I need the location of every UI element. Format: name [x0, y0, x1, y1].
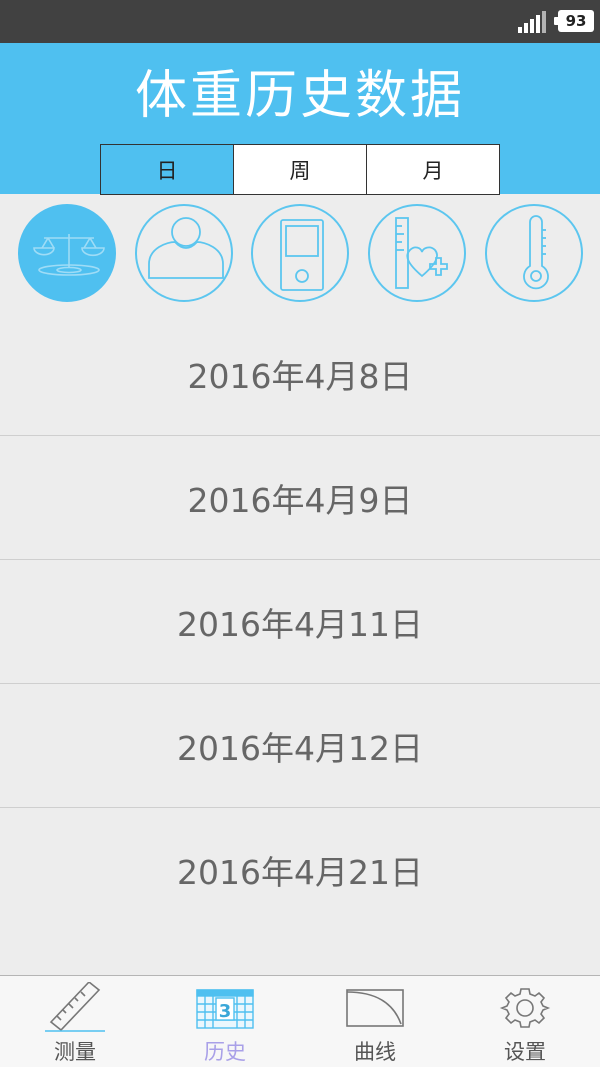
history-date-list: 2016年4月8日 2016年4月9日 2016年4月11日 2016年4月12… [0, 312, 600, 932]
segment-day[interactable]: 日 [101, 145, 234, 194]
tab-settings[interactable]: 设置 [450, 976, 600, 1067]
calendar-day-number: 3 [218, 1001, 232, 1022]
height-heart-icon [395, 217, 448, 289]
list-item[interactable]: 2016年4月8日 [0, 312, 600, 436]
tab-measure-label: 测量 [54, 1040, 96, 1064]
tab-curve-label: 曲线 [354, 1040, 396, 1064]
status-bar: 93 [0, 0, 600, 43]
list-item[interactable]: 2016年4月21日 [0, 808, 600, 932]
category-temperature[interactable] [485, 204, 583, 302]
list-item[interactable]: 2016年4月9日 [0, 436, 600, 560]
person-icon [148, 217, 224, 279]
bottom-tab-bar: 测量 3 历史 曲线 设置 [0, 975, 600, 1067]
tab-history-label: 历史 [204, 1040, 246, 1064]
segment-month[interactable]: 月 [367, 145, 499, 194]
device-icon [280, 219, 324, 291]
tab-measure[interactable]: 测量 [0, 976, 150, 1067]
category-scale[interactable] [18, 204, 116, 302]
signal-icon [518, 11, 548, 33]
tab-curve[interactable]: 曲线 [300, 976, 450, 1067]
segment-week[interactable]: 周 [234, 145, 367, 194]
page-title: 体重历史数据 [134, 66, 465, 126]
list-item[interactable]: 2016年4月12日 [0, 684, 600, 808]
tab-history[interactable]: 3 历史 [150, 976, 300, 1067]
category-body[interactable] [135, 204, 233, 302]
battery-indicator: 93 [554, 10, 594, 32]
curve-chart-icon [346, 989, 404, 1027]
header: 体重历史数据 日 周 月 [0, 43, 600, 195]
category-height-health[interactable] [368, 204, 466, 302]
gear-icon [499, 988, 551, 1028]
thermometer-icon [523, 215, 549, 290]
period-segmented-control: 日 周 月 [100, 144, 500, 195]
list-item[interactable]: 2016年4月11日 [0, 560, 600, 684]
scale-icon [33, 234, 105, 276]
category-device[interactable] [251, 204, 349, 302]
tab-settings-label: 设置 [504, 1040, 546, 1064]
ruler-icon [45, 982, 105, 1032]
